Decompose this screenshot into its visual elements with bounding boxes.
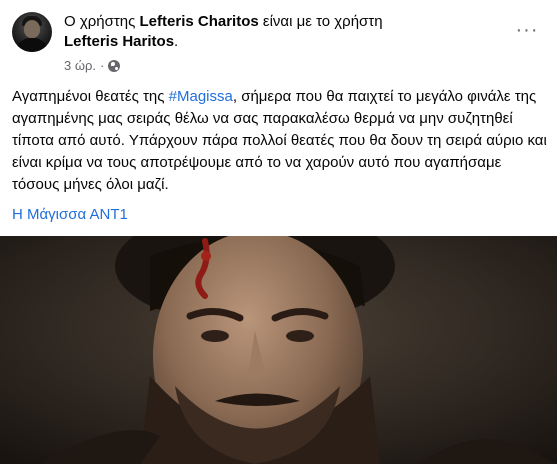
post-header-text: Ο χρήστης Lefteris Charitos είναι με το … bbox=[64, 12, 494, 52]
header-suffix: . bbox=[174, 33, 179, 50]
header-prefix: Ο χρήστης bbox=[64, 13, 140, 30]
hashtag-link[interactable]: #Magissa bbox=[169, 88, 233, 105]
author-name-link[interactable]: Lefteris Charitos bbox=[140, 13, 259, 30]
facebook-post: Ο χρήστης Lefteris Charitos είναι με το … bbox=[0, 0, 557, 464]
post-meta: 3 ώρ. · bbox=[64, 58, 121, 74]
post-body: Αγαπημένοι θεατές της #Magissa, σήμερα π… bbox=[12, 86, 547, 196]
globe-icon[interactable] bbox=[108, 60, 121, 72]
header-middle: είναι με το χρήστη bbox=[258, 13, 383, 30]
more-horizontal-icon: ··· bbox=[515, 18, 539, 41]
meta-separator: · bbox=[100, 58, 105, 73]
photo-illustration bbox=[0, 236, 557, 464]
page-link[interactable]: Η Μάγισσα ΑΝΤ1 bbox=[12, 204, 128, 226]
post-photo[interactable] bbox=[0, 236, 557, 464]
avatar-face bbox=[24, 20, 40, 38]
more-options-button[interactable]: ··· bbox=[509, 16, 545, 44]
avatar-shirt bbox=[16, 38, 48, 52]
post-timestamp[interactable]: 3 ώρ. bbox=[64, 58, 96, 74]
author-avatar[interactable] bbox=[12, 12, 52, 52]
post-body-intro: Αγαπημένοι θεατές της bbox=[12, 88, 169, 105]
tagged-user-link[interactable]: Lefteris Haritos bbox=[64, 33, 174, 50]
post-header: Ο χρήστης Lefteris Charitos είναι με το … bbox=[12, 10, 545, 80]
